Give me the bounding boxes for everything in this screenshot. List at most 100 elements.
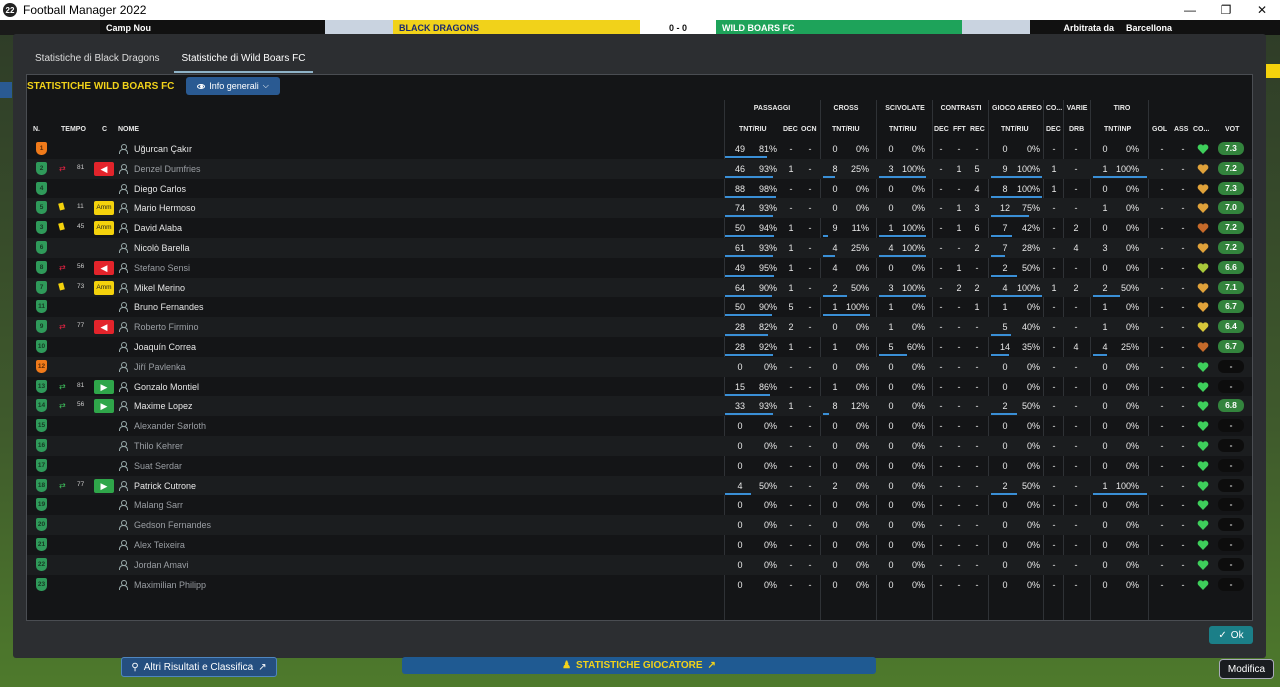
col-tiro-tnt[interactable]: TNT/INP	[1104, 126, 1131, 133]
player-icon	[119, 401, 128, 412]
stat-cross-t: 0	[832, 559, 838, 570]
stat-gol: -	[1160, 302, 1164, 313]
info-filter-dropdown[interactable]: Info generali ⌵	[186, 77, 280, 95]
col-vot[interactable]: VOT	[1225, 126, 1239, 133]
table-row[interactable]: 20 Gedson Fernandes 0 0% - - 0 0% 0 0% - - - 0 0% - - 0 0%…	[27, 515, 1252, 535]
table-row[interactable]: 1 Uğurcan Çakır 49 81% - - 0 0% 0 0% - - - 0 0% - - 0 0% - -…	[27, 139, 1252, 159]
tab-wild-boars[interactable]: Statistiche di Wild Boars FC	[173, 48, 314, 73]
table-row[interactable]: 23 Maximilian Philipp 0 0% - - 0 0% 0 0% - - - 0 0% - - 0…	[27, 575, 1252, 595]
table-row[interactable]: 16 Thilo Kehrer 0 0% - - 0 0% 0 0% - - - 0 0% - - 0 0% - - -	[27, 436, 1252, 456]
player-name[interactable]: Maximilian Philipp	[134, 579, 206, 591]
player-name[interactable]: Joaquín Correa	[134, 341, 196, 353]
player-name[interactable]: Patrick Cutrone	[134, 480, 196, 492]
col-varie-drb[interactable]: DRB	[1069, 126, 1084, 133]
stat-crec: 5	[974, 163, 980, 174]
stat-crec: -	[975, 401, 979, 412]
player-name[interactable]: Thilo Kehrer	[134, 440, 183, 452]
table-row[interactable]: 13 ⇄ 81 ▶ Gonzalo Montiel 15 86% - - 1 0% 0 0% - - - 0 0%…	[27, 377, 1252, 397]
col-n[interactable]: N.	[33, 126, 40, 133]
stat-cfft: -	[957, 144, 961, 154]
stat-tiro-p: 0%	[1125, 579, 1139, 590]
col-tempo[interactable]: TEMPO	[61, 126, 86, 133]
player-name[interactable]: Diego Carlos	[134, 183, 186, 195]
stat-ass: -	[1181, 559, 1185, 570]
table-row[interactable]: 10 Joaquín Correa 28 92% 1 - 1 0% 5 60% - - - 14 35% - 4…	[27, 337, 1252, 357]
col-cross-tnt[interactable]: TNT/RIU	[832, 126, 860, 133]
player-name[interactable]: Gonzalo Montiel	[134, 381, 199, 393]
col-co-dec[interactable]: DEC	[1046, 126, 1061, 133]
stat-aer-t: 0	[1002, 579, 1008, 590]
col-con-fft[interactable]: FFT	[953, 126, 966, 133]
table-row[interactable]: 12 Jiří Pavlenka 0 0% - - 0 0% 0 0% - - - 0 0% - - 0 0% - - -	[27, 356, 1252, 377]
table-row[interactable]: 14 ⇄ 56 ▶ Maxime Lopez 33 93% 1 - 8 12% 0 0% - - - 2 50% -…	[27, 396, 1252, 417]
table-row[interactable]: 11 Bruno Fernandes 50 90% 5-1 100% 1 0% - -1 1 0% - -…	[27, 297, 1252, 317]
stat-cross-p: 0%	[855, 144, 869, 154]
col-gol[interactable]: GOL	[1152, 126, 1167, 133]
player-name[interactable]: Stefano Sensi	[134, 262, 190, 274]
col-pass-ocn[interactable]: OCN	[801, 126, 817, 133]
minimize-button[interactable]: —	[1172, 0, 1208, 20]
col-pass-tnt[interactable]: TNT/RIU	[739, 126, 767, 133]
stat-cdec: -	[939, 421, 943, 432]
table-row[interactable]: 9 ⇄ 77 ◀ Roberto Firmino 28 82% 2 - 0 0% 1 0% - - - 5 40%…	[27, 317, 1252, 337]
stat-tiro-t: 0	[1102, 500, 1108, 511]
player-name[interactable]: Suat Serdar	[134, 460, 182, 472]
player-name[interactable]: Bruno Fernandes	[134, 301, 204, 313]
col-con-rec[interactable]: REC	[970, 126, 985, 133]
player-name[interactable]: Maxime Lopez	[134, 400, 193, 412]
stat-dec: 1	[788, 282, 794, 293]
stat-aer-t: 9	[1002, 163, 1008, 174]
col-ass[interactable]: ASS	[1174, 126, 1188, 133]
table-row[interactable]: 19 Malang Sarr 0 0% - - 0 0% 0 0% - - - 0 0% - - 0 0% - - -	[27, 495, 1252, 515]
player-name[interactable]: Malang Sarr	[134, 499, 183, 511]
col-con-dec[interactable]: DEC	[934, 126, 949, 133]
stat-ass: -	[1181, 183, 1185, 194]
ok-label: Ok	[1230, 629, 1244, 641]
stat-gol: -	[1160, 480, 1164, 491]
player-name[interactable]: Roberto Firmino	[134, 321, 199, 333]
table-row[interactable]: 6 Nicolò Barella 61 93% 1 - 4 25% 4 100% - - 2 7 28% - 4…	[27, 238, 1252, 258]
restore-button[interactable]: ❐	[1208, 0, 1244, 20]
table-row[interactable]: 5 11 Amm Mario Hermoso 74 93% - - 0 0% 0 0% - 1 3 12 75%…	[27, 198, 1252, 219]
player-stats-button[interactable]: ♟ STATISTICHE GIOCATORE ↗	[402, 657, 876, 674]
close-button[interactable]: ✕	[1244, 0, 1280, 20]
col-aereo-tnt[interactable]: TNT/RIU	[1001, 126, 1029, 133]
player-name[interactable]: Alexander Sørloth	[134, 420, 206, 432]
stat-ocn: -	[808, 163, 812, 174]
stat-codec: -	[1052, 500, 1056, 511]
stat-bar	[991, 354, 1009, 356]
shirt-number-badge: 5	[36, 201, 47, 215]
col-c[interactable]: C	[102, 126, 107, 133]
player-name[interactable]: Jiří Pavlenka	[134, 361, 186, 373]
player-name[interactable]: Mikel Merino	[134, 282, 185, 294]
other-results-button[interactable]: ⚲ Altri Risultati e Classifica ↗	[121, 657, 277, 677]
table-row[interactable]: 3 45 Amm David Alaba 50 94% 1 - 9 11% 1 100% - 1 6 7 42%…	[27, 218, 1252, 238]
player-name[interactable]: Nicolò Barella	[134, 242, 190, 254]
col-sciv-tnt[interactable]: TNT/RIU	[889, 126, 917, 133]
player-name[interactable]: Alex Teixeira	[134, 539, 185, 551]
table-row[interactable]: 17 Suat Serdar 0 0% - - 0 0% 0 0% - - - 0 0% - - 0 0% - - -	[27, 456, 1252, 476]
tab-black-dragons[interactable]: Statistiche di Black Dragons	[27, 48, 168, 73]
table-row[interactable]: 4 Diego Carlos 88 98% - - 0 0% 0 0% - - 4 8 100% 1 - 0 0% -…	[27, 179, 1252, 199]
modifica-button[interactable]: Modifica	[1219, 659, 1274, 679]
stat-drb: -	[1074, 559, 1078, 570]
table-row[interactable]: 7 73 Amm Mikel Merino 64 90% 1 - 2 50% 3 100% - 2 2 4 10…	[27, 277, 1252, 298]
table-row[interactable]: 18 ⇄ 77 ▶ Patrick Cutrone 4 50% - - 2 0% 0 0% - - - 2 50%…	[27, 475, 1252, 496]
player-name[interactable]: Mario Hermoso	[134, 202, 196, 214]
player-name[interactable]: Jordan Amavi	[134, 559, 189, 571]
table-row[interactable]: 2 ⇄ 81 ◀ Denzel Dumfries 46 93% 1 - 8 25% 3 100% - 1 5 9…	[27, 158, 1252, 179]
table-row[interactable]: 22 Jordan Amavi 0 0% - - 0 0% 0 0% - - - 0 0% - - 0 0% - - -	[27, 554, 1252, 575]
table-row[interactable]: 15 Alexander Sørloth 0 0% - - 0 0% 0 0% - - - 0 0% - - 0 0…	[27, 416, 1252, 436]
table-row[interactable]: 21 Alex Teixeira 0 0% - - 0 0% 0 0% - - - 0 0% - - 0 0% - - -	[27, 535, 1252, 555]
table-row[interactable]: 8 ⇄ 56 ◀ Stefano Sensi 49 95% 1 - 4 0% 0 0% - 1 - 2 50% - -…	[27, 258, 1252, 278]
col-pass-dec[interactable]: DEC	[783, 126, 798, 133]
player-name[interactable]: Uğurcan Çakır	[134, 143, 192, 155]
ok-button[interactable]: ✓ Ok	[1209, 626, 1253, 644]
event-minute: 77	[77, 480, 85, 488]
col-nome[interactable]: NOME	[118, 126, 139, 133]
col-co[interactable]: CO...	[1193, 126, 1209, 133]
player-name[interactable]: Denzel Dumfries	[134, 163, 201, 175]
sub-out-icon: ◀	[94, 320, 114, 335]
player-name[interactable]: David Alaba	[134, 222, 182, 234]
player-name[interactable]: Gedson Fernandes	[134, 519, 211, 531]
